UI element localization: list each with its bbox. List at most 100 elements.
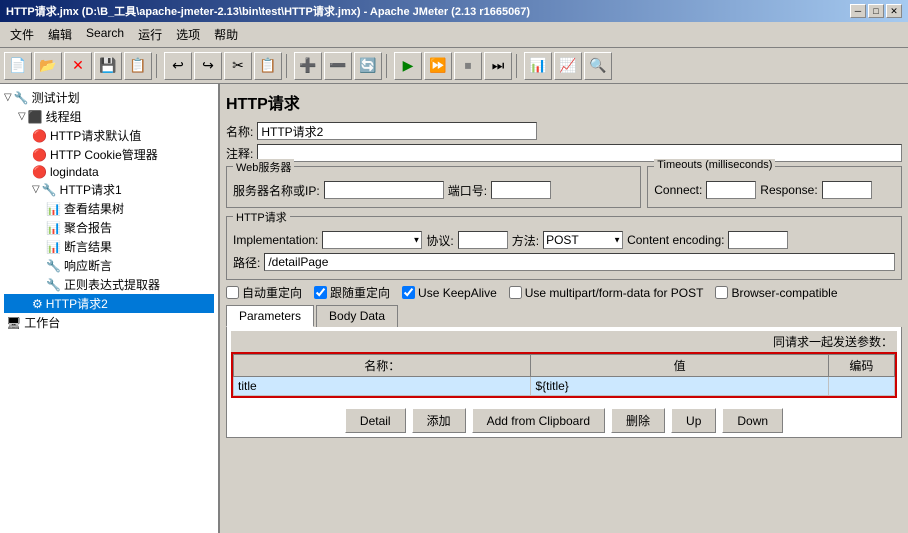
web-server-title: Web服务器 [233, 159, 294, 175]
keepalive-checkbox[interactable] [402, 286, 415, 299]
title-bar-controls: ─ □ ✕ [850, 4, 902, 18]
stop-now-button[interactable]: ⏭ [484, 52, 512, 80]
expand-icon-thread-group: ▽ [18, 111, 26, 122]
open-button[interactable]: 📂 [34, 52, 62, 80]
web-server-content: 服务器名称或IP: 端口号: [233, 181, 634, 199]
browser-compat-checkbox[interactable] [715, 286, 728, 299]
method-select[interactable]: POST GET [543, 231, 623, 249]
connect-input[interactable] [706, 181, 756, 199]
menu-options[interactable]: 选项 [170, 24, 206, 45]
impl-select[interactable] [322, 231, 422, 249]
tree-label-assertion-results: 断言结果 [64, 238, 112, 255]
expand-button[interactable]: ➕ [294, 52, 322, 80]
protocol-input[interactable] [458, 231, 508, 249]
http-request-content: Implementation: 协议: 方法: POST GET [233, 231, 895, 271]
multipart-checkbox-label[interactable]: Use multipart/form-data for POST [509, 286, 704, 300]
search-button[interactable]: 🔍 [584, 52, 612, 80]
params-table: 名称： 值 编码 title ${title} [233, 354, 895, 396]
redo-button[interactable]: ↪ [194, 52, 222, 80]
multipart-checkbox[interactable] [509, 286, 522, 299]
run-all-button[interactable]: ⏩ [424, 52, 452, 80]
close-button[interactable]: ✕ [886, 4, 902, 18]
menu-file[interactable]: 文件 [4, 24, 40, 45]
connect-label: Connect: [654, 183, 702, 197]
tree-item-view-results[interactable]: 📊 查看结果树 [4, 199, 214, 218]
tree-label-test-plan: 测试计划 [32, 89, 80, 106]
browser-compat-text: Browser-compatible [731, 286, 837, 300]
comment-input[interactable] [257, 144, 902, 162]
name-input[interactable] [257, 122, 537, 140]
web-server-group: Web服务器 服务器名称或IP: 端口号: [226, 166, 641, 208]
add-button[interactable]: 添加 [412, 408, 466, 433]
port-input[interactable] [491, 181, 551, 199]
auto-redirect-checkbox-label[interactable]: 自动重定向 [226, 284, 302, 301]
follow-redirect-checkbox[interactable] [314, 286, 327, 299]
chart2-button[interactable]: 📈 [554, 52, 582, 80]
tree-item-regex-extractor[interactable]: 🔧 正则表达式提取器 [4, 275, 214, 294]
detail-button[interactable]: Detail [345, 408, 406, 433]
follow-redirect-checkbox-label[interactable]: 跟随重定向 [314, 284, 390, 301]
tree-label-regex: 正则表达式提取器 [64, 276, 160, 293]
http-request-title: HTTP请求 [233, 209, 290, 225]
delete-button[interactable]: 删除 [611, 408, 665, 433]
maximize-button[interactable]: □ [868, 4, 884, 18]
separator-3 [386, 54, 390, 78]
protocol-label: 协议: [426, 232, 453, 249]
tree-item-workbench[interactable]: 🖥 工作台 [4, 313, 214, 332]
tree-label-aggregate: 聚合报告 [64, 219, 112, 236]
tree-item-assertion-results[interactable]: 📊 断言结果 [4, 237, 214, 256]
tree-item-thread-group[interactable]: ▽ ⬛ 线程组 [4, 107, 214, 126]
close-file-button[interactable]: ✕ [64, 52, 92, 80]
col-header-name: 名称： [234, 355, 531, 377]
tree-label-workbench: 工作台 [24, 314, 60, 331]
method-select-wrapper: POST GET [543, 231, 623, 249]
tree-item-http-default[interactable]: 🔴 HTTP请求默认值 [4, 126, 214, 145]
up-button[interactable]: Up [671, 408, 716, 433]
run-button[interactable]: ▶ [394, 52, 422, 80]
keepalive-checkbox-label[interactable]: Use KeepAlive [402, 286, 497, 300]
server-row: 服务器名称或IP: 端口号: [233, 181, 634, 199]
down-button[interactable]: Down [722, 408, 783, 433]
param-encode-cell [828, 377, 894, 396]
save-as-button[interactable]: 📋 [124, 52, 152, 80]
response-label: Response: [760, 183, 817, 197]
tree-item-http-request2[interactable]: ⚙ HTTP请求2 [4, 294, 214, 313]
path-label: 路径: [233, 254, 260, 271]
toggle-button[interactable]: 🔄 [354, 52, 382, 80]
minimize-button[interactable]: ─ [850, 4, 866, 18]
undo-button[interactable]: ↩ [164, 52, 192, 80]
browser-compat-checkbox-label[interactable]: Browser-compatible [715, 286, 837, 300]
tree-item-test-plan[interactable]: ▽ 🔧 测试计划 [4, 88, 214, 107]
save-button[interactable]: 💾 [94, 52, 122, 80]
menu-run[interactable]: 运行 [132, 24, 168, 45]
menu-search[interactable]: Search [80, 24, 130, 45]
path-input[interactable] [264, 253, 895, 271]
tab-parameters[interactable]: Parameters [226, 305, 314, 327]
tree-item-aggregate-report[interactable]: 📊 聚合报告 [4, 218, 214, 237]
collapse-button[interactable]: ➖ [324, 52, 352, 80]
menu-help[interactable]: 帮助 [208, 24, 244, 45]
expand-icon-test-plan: ▽ [4, 92, 12, 103]
response-input[interactable] [822, 181, 872, 199]
tree-item-http-request1[interactable]: ▽ 🔧 HTTP请求1 [4, 180, 214, 199]
tree-item-cookie-manager[interactable]: 🔴 HTTP Cookie管理器 [4, 145, 214, 164]
timeout-row: Connect: Response: [654, 181, 895, 199]
tree-item-response-assertion[interactable]: 🔧 响应断言 [4, 256, 214, 275]
new-button[interactable]: 📄 [4, 52, 32, 80]
table-row[interactable]: title ${title} [234, 377, 895, 396]
chart-button[interactable]: 📊 [524, 52, 552, 80]
col-header-encode: 编码 [828, 355, 894, 377]
auto-redirect-checkbox[interactable] [226, 286, 239, 299]
tree-label-http-default: HTTP请求默认值 [50, 127, 141, 144]
timeouts-title: Timeouts (milliseconds) [654, 159, 775, 171]
stop-button[interactable]: ⏹ [454, 52, 482, 80]
bottom-buttons: Detail 添加 Add from Clipboard 删除 Up Down [231, 402, 897, 437]
cut-button[interactable]: ✂ [224, 52, 252, 80]
copy-button[interactable]: 📋 [254, 52, 282, 80]
tab-body-data[interactable]: Body Data [316, 305, 398, 327]
encoding-input[interactable] [728, 231, 788, 249]
add-from-clipboard-button[interactable]: Add from Clipboard [472, 408, 605, 433]
tree-item-logindata[interactable]: 🔴 logindata [4, 164, 214, 180]
server-input[interactable] [324, 181, 444, 199]
menu-edit[interactable]: 编辑 [42, 24, 78, 45]
